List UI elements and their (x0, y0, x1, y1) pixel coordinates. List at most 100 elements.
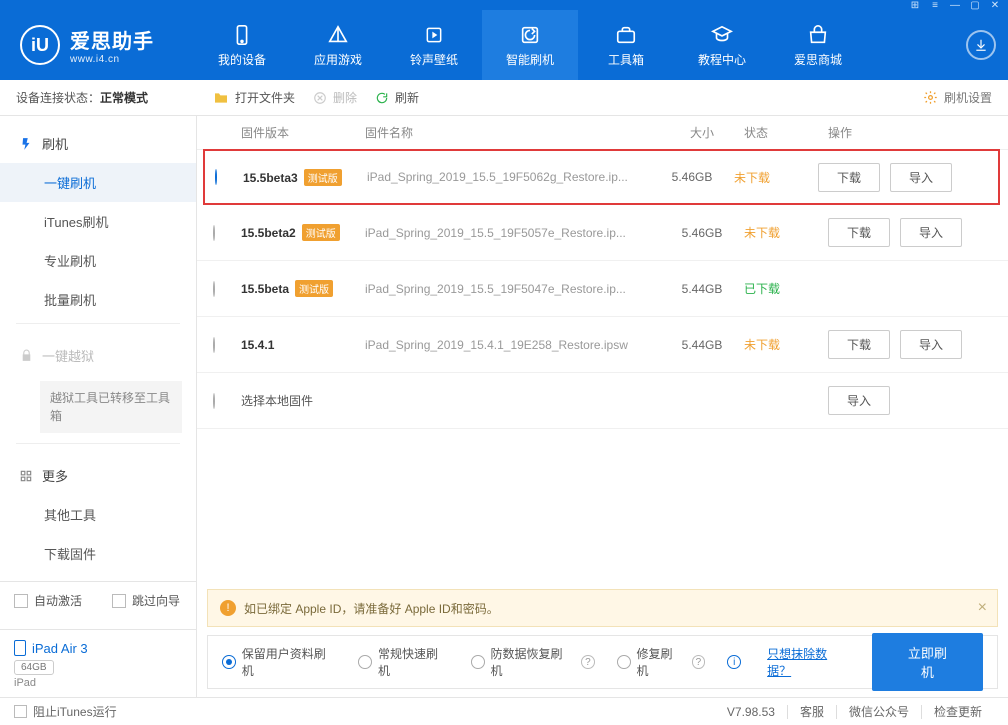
refresh-button[interactable]: 刷新 (375, 89, 419, 106)
sidebar-group-more[interactable]: 更多 (0, 456, 196, 495)
row-ops: 下载导入 (828, 330, 1008, 359)
row-radio[interactable] (213, 393, 215, 409)
folder-icon (213, 90, 229, 106)
conn-label: 设备连接状态： (16, 91, 100, 105)
flash-icon (18, 136, 34, 152)
firmware-size: 5.46GB (650, 170, 734, 184)
app-body: 刷机 一键刷机iTunes刷机专业刷机批量刷机 一键越狱 越狱工具已转移至工具箱… (0, 116, 1008, 697)
info-icon[interactable]: i (727, 655, 741, 669)
firmware-version: 15.4.1 (241, 338, 274, 352)
store-icon (806, 23, 830, 47)
import-button[interactable]: 导入 (890, 163, 952, 192)
titlebar-max-icon[interactable]: ▢ (968, 0, 982, 10)
titlebar-close-icon[interactable]: ✕ (988, 0, 1002, 10)
mode-normal[interactable]: 常规快速刷机 (358, 645, 449, 679)
check-update-link[interactable]: 检查更新 (922, 703, 994, 720)
import-button[interactable]: 导入 (900, 330, 962, 359)
help-icon[interactable]: ? (581, 655, 595, 669)
firmware-status: 已下载 (744, 282, 780, 296)
flash-icon (518, 23, 542, 47)
nav-ring[interactable]: 铃声壁纸 (386, 10, 482, 80)
th-version: 固件版本 (241, 124, 365, 141)
nav-label: 教程中心 (698, 51, 746, 68)
th-ops: 操作 (828, 124, 1008, 141)
titlebar-min-icon[interactable]: — (948, 0, 962, 10)
mode-repair[interactable]: 修复刷机? (617, 645, 706, 679)
sub-header: 设备连接状态：正常模式 打开文件夹 删除 刷新 刷机设置 (0, 80, 1008, 116)
th-status: 状态 (744, 124, 828, 141)
firmware-status: 未下载 (744, 226, 780, 240)
nav-edu[interactable]: 教程中心 (674, 10, 770, 80)
app-logo: iU 爱思助手 www.i4.cn (20, 25, 154, 65)
download-button[interactable]: 下载 (828, 330, 890, 359)
firmware-row[interactable]: 15.5beta测试版iPad_Spring_2019_15.5_19F5047… (197, 261, 1008, 317)
device-icon (230, 23, 254, 47)
titlebar-grid-icon[interactable]: ⊞ (908, 0, 922, 10)
nav-label: 工具箱 (608, 51, 644, 68)
sidebar-item-more-0[interactable]: 其他工具 (0, 495, 196, 534)
beta-badge: 测试版 (304, 169, 342, 186)
wechat-link[interactable]: 微信公众号 (837, 703, 921, 720)
sidebar-item-more-1[interactable]: 下载固件 (0, 534, 196, 573)
sidebar: 刷机 一键刷机iTunes刷机专业刷机批量刷机 一键越狱 越狱工具已转移至工具箱… (0, 116, 197, 697)
lock-icon (18, 348, 34, 364)
flash-now-button[interactable]: 立即刷机 (872, 633, 983, 691)
firmware-row[interactable]: 15.5beta2测试版iPad_Spring_2019_15.5_19F505… (197, 205, 1008, 261)
sidebar-item-flash-2[interactable]: 专业刷机 (0, 241, 196, 280)
import-button[interactable]: 导入 (900, 218, 962, 247)
row-radio[interactable] (213, 281, 215, 297)
nav-tools[interactable]: 工具箱 (578, 10, 674, 80)
refresh-label: 刷新 (395, 89, 419, 106)
main-panel: 固件版本 固件名称 大小 状态 操作 15.5beta3测试版iPad_Spri… (197, 116, 1008, 697)
conn-value: 正常模式 (100, 91, 148, 105)
help-icon[interactable]: ? (692, 655, 706, 669)
gear-icon (923, 90, 938, 105)
tools-icon (614, 23, 638, 47)
firmware-row[interactable]: 15.4.1iPad_Spring_2019_15.4.1_19E258_Res… (197, 317, 1008, 373)
sidebar-group-jailbreak: 一键越狱 (0, 336, 196, 375)
firmware-size: 5.44GB (660, 282, 744, 296)
beta-badge: 测试版 (295, 280, 333, 297)
download-manager-icon[interactable] (966, 30, 996, 60)
delete-button[interactable]: 删除 (313, 89, 357, 106)
device-capacity: 64GB (14, 660, 54, 675)
firmware-filename: iPad_Spring_2019_15.5_19F5062g_Restore.i… (367, 170, 650, 184)
firmware-status: 未下载 (744, 338, 780, 352)
skip-guide-checkbox[interactable] (112, 594, 126, 608)
sidebar-item-more-2[interactable]: 高级功能 (0, 573, 196, 581)
import-button[interactable]: 导入 (828, 386, 890, 415)
download-button[interactable]: 下载 (828, 218, 890, 247)
nav-apps[interactable]: 应用游戏 (290, 10, 386, 80)
sidebar-item-flash-0[interactable]: 一键刷机 (0, 163, 196, 202)
row-radio[interactable] (213, 225, 215, 241)
sidebar-group-flash[interactable]: 刷机 (0, 124, 196, 163)
row-radio[interactable] (215, 169, 217, 185)
mode-anti-recovery[interactable]: 防数据恢复刷机? (471, 645, 595, 679)
row-radio[interactable] (213, 337, 215, 353)
nav-label: 铃声壁纸 (410, 51, 458, 68)
warning-icon: ! (220, 600, 236, 616)
firmware-row[interactable]: 15.5beta3测试版iPad_Spring_2019_15.5_19F506… (203, 149, 1000, 205)
nav-device[interactable]: 我的设备 (194, 10, 290, 80)
tip-close-icon[interactable]: × (978, 599, 987, 617)
nav-label: 智能刷机 (506, 51, 554, 68)
nav-store[interactable]: 爱思商城 (770, 10, 866, 80)
titlebar-menu-icon[interactable]: ≡ (928, 0, 942, 10)
device-type: iPad (14, 677, 182, 689)
support-link[interactable]: 客服 (788, 703, 836, 720)
download-button[interactable]: 下载 (818, 163, 880, 192)
app-header: iU 爱思助手 www.i4.cn 我的设备应用游戏铃声壁纸 智能刷机 工具箱 教程中… (0, 10, 1008, 80)
mode-keep-data[interactable]: 保留用户资料刷机 (222, 645, 336, 679)
flash-settings-button[interactable]: 刷机设置 (923, 89, 992, 106)
nav-flash[interactable]: 智能刷机 (482, 10, 578, 80)
sidebar-item-flash-1[interactable]: iTunes刷机 (0, 202, 196, 241)
auto-activate-checkbox[interactable] (14, 594, 28, 608)
block-itunes-checkbox[interactable] (14, 705, 27, 718)
firmware-status: 未下载 (734, 171, 770, 185)
sidebar-item-flash-3[interactable]: 批量刷机 (0, 280, 196, 319)
device-card[interactable]: iPad Air 3 64GB iPad (0, 629, 196, 697)
open-folder-button[interactable]: 打开文件夹 (213, 89, 295, 106)
firmware-row[interactable]: 选择本地固件导入 (197, 373, 1008, 429)
only-erase-link[interactable]: 只想抹除数据？ (767, 645, 850, 679)
main-nav: 我的设备应用游戏铃声壁纸 智能刷机 工具箱 教程中心 爱思商城 (194, 10, 958, 80)
